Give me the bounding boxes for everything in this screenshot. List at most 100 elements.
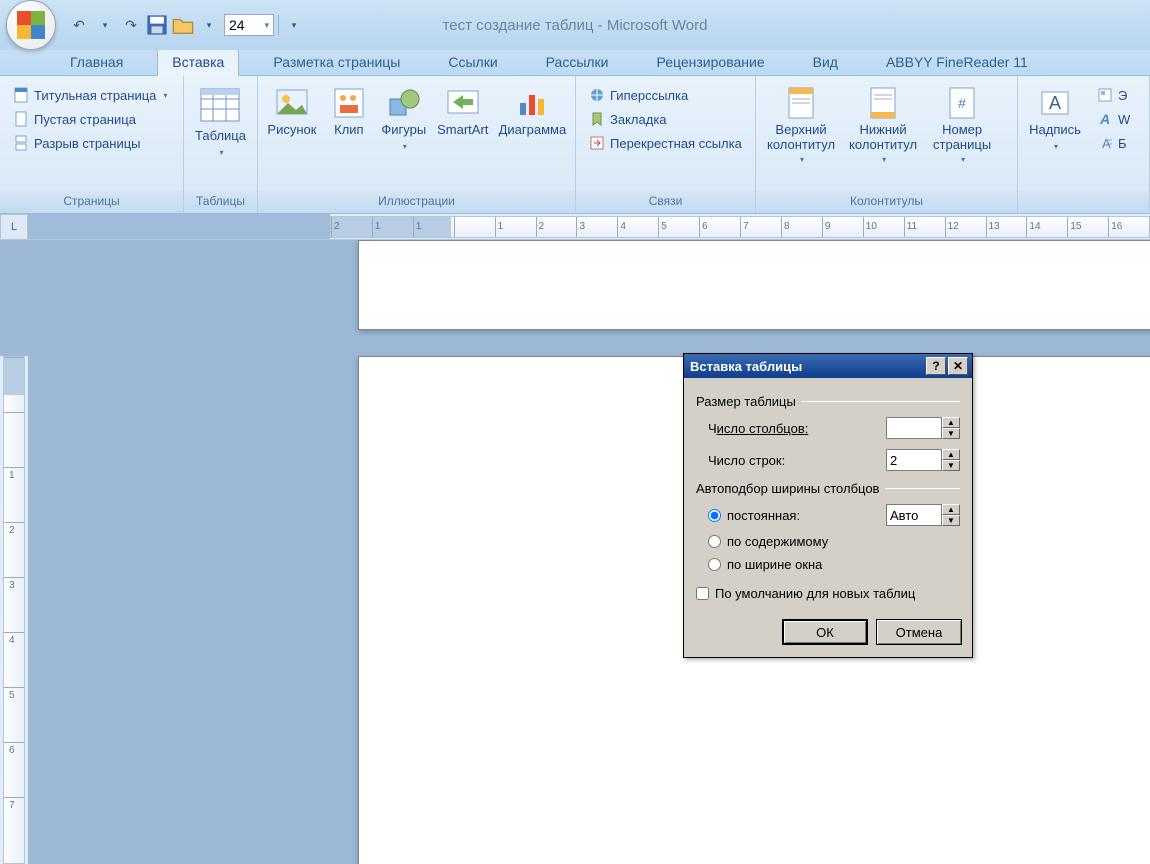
group-links-label: Связи (576, 191, 755, 213)
radio-window-label: по ширине окна (727, 557, 822, 572)
bookmark-button[interactable]: Закладка (582, 108, 749, 130)
textbox-button[interactable]: A Надпись ▾ (1022, 80, 1088, 158)
smartart-icon (445, 85, 481, 121)
open-dropdown-icon[interactable]: ▾ (198, 14, 220, 36)
radio-window[interactable] (708, 558, 721, 571)
picture-icon (274, 85, 310, 121)
tab-selector[interactable]: L (0, 214, 28, 240)
save-icon[interactable] (146, 14, 168, 36)
chevron-down-icon: ▾ (1054, 142, 1058, 151)
hyperlink-label: Гиперссылка (610, 88, 688, 103)
redo-icon[interactable]: ↷ (120, 14, 142, 36)
spin-down-icon[interactable]: ▼ (942, 428, 960, 439)
columns-spinner[interactable]: ▲▼ (886, 417, 960, 439)
page-break-icon (13, 135, 29, 151)
quick-access-toolbar: ↶ ▾ ↷ ▾ 24 ▾ ▾ (62, 14, 311, 36)
table-button[interactable]: Таблица ▾ (188, 80, 253, 164)
close-button[interactable]: ✕ (948, 357, 968, 375)
qat-customize-icon[interactable]: ▾ (283, 14, 305, 36)
crossref-button[interactable]: Перекрестная ссылка (582, 132, 749, 154)
fixed-width-spinner[interactable]: ▲▼ (886, 504, 960, 526)
tab-abbyy[interactable]: ABBYY FineReader 11 (872, 50, 1042, 75)
page-break-button[interactable]: Разрыв страницы (6, 132, 174, 154)
clipart-button[interactable]: Клип (322, 80, 376, 143)
quickparts-button[interactable]: Э (1090, 84, 1137, 106)
undo-dropdown-icon[interactable]: ▾ (94, 14, 116, 36)
tab-view[interactable]: Вид (799, 50, 852, 75)
autofit-section-label: Автоподбор ширины столбцов (696, 481, 879, 496)
group-headerfooter-label: Колонтитулы (756, 191, 1017, 213)
tab-review[interactable]: Рецензирование (643, 50, 779, 75)
picture-button[interactable]: Рисунок (262, 80, 322, 143)
group-tables-label: Таблицы (184, 191, 257, 213)
rows-spinner[interactable]: ▲▼ (886, 449, 960, 471)
dropcap-button[interactable]: A Б (1090, 132, 1137, 154)
footer-icon (865, 85, 901, 121)
ribbon: Титульная страница ▾ Пустая страница Раз… (0, 76, 1150, 214)
radio-content[interactable] (708, 535, 721, 548)
chevron-down-icon: ▾ (961, 155, 965, 164)
title-bar: ↶ ▾ ↷ ▾ 24 ▾ ▾ тест создание таблиц - Mi… (0, 0, 1150, 50)
rows-input[interactable] (886, 449, 942, 471)
rows-label: Число строк: (708, 453, 886, 468)
tab-page-layout[interactable]: Разметка страницы (259, 50, 414, 75)
fixed-width-input[interactable] (886, 504, 942, 526)
radio-fixed[interactable] (708, 509, 721, 522)
ok-button[interactable]: ОК (782, 619, 868, 645)
open-icon[interactable] (172, 14, 194, 36)
columns-label: Число столбцов: (708, 421, 886, 436)
dropcap-icon: A (1097, 135, 1113, 151)
spin-down-icon[interactable]: ▼ (942, 460, 960, 471)
default-checkbox-label: По умолчанию для новых таблиц (715, 586, 915, 601)
shapes-button[interactable]: Фигуры▾ (376, 80, 432, 158)
svg-text:#: # (958, 95, 966, 111)
wordart-button[interactable]: A W (1090, 108, 1137, 130)
cancel-button[interactable]: Отмена (876, 619, 962, 645)
group-links: Гиперссылка Закладка Перекрестная ссылка… (576, 76, 756, 213)
crossref-icon (589, 135, 605, 151)
help-button[interactable]: ? (926, 357, 946, 375)
tab-insert[interactable]: Вставка (157, 49, 239, 76)
pagenum-button[interactable]: # Номер страницы ▾ (924, 80, 1000, 169)
document-canvas[interactable]: Вставка таблицы ? ✕ Размер таблицы Число… (28, 240, 1150, 864)
footer-button[interactable]: Нижний колонтитул ▾ (842, 80, 924, 169)
default-checkbox[interactable] (696, 587, 709, 600)
vertical-ruler[interactable]: 1234567 (3, 356, 25, 864)
fontsize-input[interactable]: 24 ▾ (224, 14, 274, 36)
chevron-down-icon: ▾ (219, 148, 223, 157)
tab-references[interactable]: Ссылки (434, 50, 511, 75)
undo-icon[interactable]: ↶ (68, 14, 90, 36)
cover-page-label: Титульная страница (34, 88, 156, 103)
spin-down-icon[interactable]: ▼ (942, 515, 960, 526)
blank-page-button[interactable]: Пустая страница (6, 108, 174, 130)
cover-page-button[interactable]: Титульная страница ▾ (6, 84, 174, 106)
fontsize-value: 24 (229, 17, 245, 33)
horizontal-ruler[interactable]: 21112345678910111213141516 (330, 216, 1150, 238)
tab-home[interactable]: Главная (56, 50, 137, 75)
columns-input[interactable] (886, 417, 942, 439)
spin-up-icon[interactable]: ▲ (942, 449, 960, 460)
spin-up-icon[interactable]: ▲ (942, 417, 960, 428)
svg-text:A: A (1049, 93, 1061, 113)
tab-mailings[interactable]: Рассылки (532, 50, 623, 75)
dialog-titlebar[interactable]: Вставка таблицы ? ✕ (684, 354, 972, 378)
wordart-icon: A (1097, 111, 1113, 127)
group-text: A Надпись ▾ Э A W A Б (1018, 76, 1150, 213)
group-pages: Титульная страница ▾ Пустая страница Раз… (0, 76, 184, 213)
pagenum-label: Номер страницы (933, 123, 991, 153)
spin-up-icon[interactable]: ▲ (942, 504, 960, 515)
table-icon (199, 85, 241, 127)
page-break-label: Разрыв страницы (34, 136, 141, 151)
smartart-button[interactable]: SmartArt (432, 80, 494, 143)
chart-button[interactable]: Диаграмма (494, 80, 571, 143)
header-button[interactable]: Верхний колонтитул ▾ (760, 80, 842, 169)
textbox-label: Надпись (1029, 122, 1081, 137)
dialog-title: Вставка таблицы (688, 359, 924, 374)
chevron-down-icon: ▾ (264, 20, 269, 31)
office-button[interactable] (6, 0, 56, 50)
table-label: Таблица (195, 128, 246, 143)
hyperlink-icon (589, 87, 605, 103)
footer-label: Нижний колонтитул (849, 123, 917, 153)
hyperlink-button[interactable]: Гиперссылка (582, 84, 749, 106)
picture-label: Рисунок (267, 123, 316, 138)
